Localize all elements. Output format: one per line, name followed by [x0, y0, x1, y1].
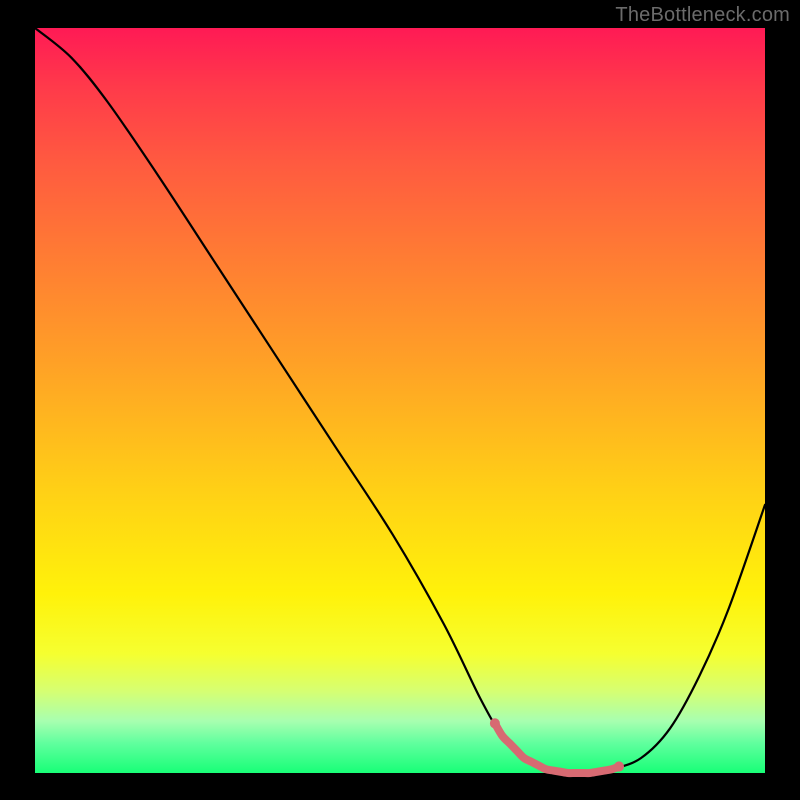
plot-gradient-area	[35, 28, 765, 773]
highlight-endpoint-left	[490, 718, 500, 728]
highlight-path	[495, 723, 619, 773]
highlight-endpoint-right	[614, 761, 624, 771]
curve-path	[35, 28, 765, 773]
chart-frame: TheBottleneck.com	[0, 0, 800, 800]
bottleneck-curve	[35, 28, 765, 773]
attribution-label: TheBottleneck.com	[615, 4, 790, 27]
